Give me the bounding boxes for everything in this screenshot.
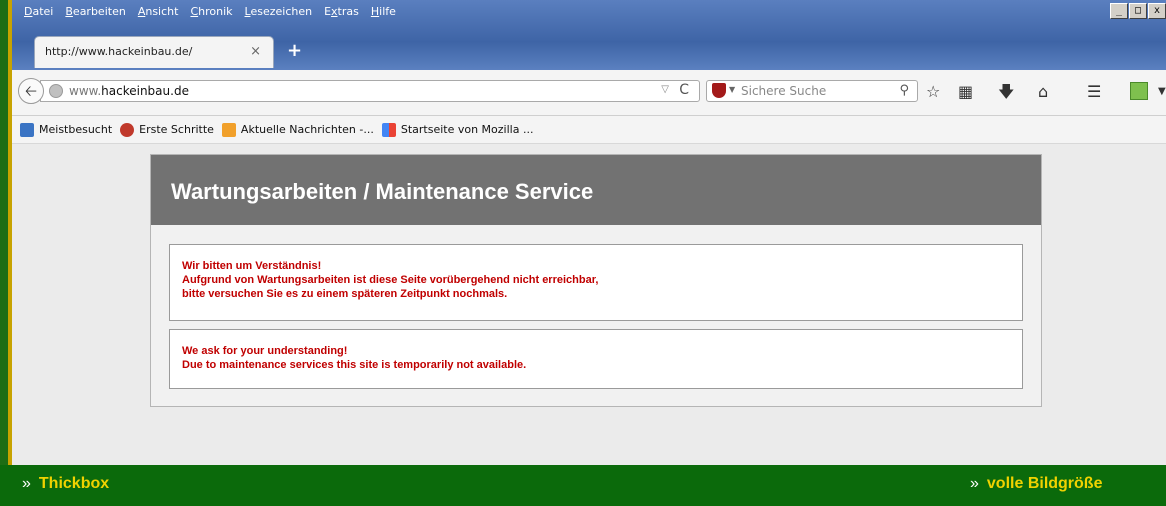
search-bookmark-icon — [20, 122, 34, 137]
thickbox-link[interactable]: » Thickbox — [22, 475, 109, 493]
rss-icon — [221, 122, 236, 137]
page-title: Wartungsarbeiten / Maintenance Service — [171, 179, 594, 204]
german-line-1: Wir bitten um Verständnis! — [182, 260, 322, 272]
search-icon[interactable]: ⚲ — [899, 83, 909, 98]
navigation-toolbar: www.hackeinbau.de ▽ C 🡠 ▼ Sichere Suche … — [12, 70, 1166, 116]
star-icon[interactable]: ☆ — [926, 84, 940, 100]
maximize-button[interactable]: □ — [1129, 3, 1147, 19]
chevron-down-icon[interactable]: ▼ — [1158, 84, 1166, 100]
menu-icon[interactable]: ☰ — [1087, 84, 1101, 100]
globe-icon — [49, 84, 63, 98]
english-line-1: We ask for your understanding! — [182, 345, 348, 357]
menu-item-chronik[interactable]: Chronik — [190, 5, 232, 18]
menu-bar: Datei Bearbeiten Ansicht Chronik Lesezei… — [12, 0, 396, 22]
panel-header: Wartungsarbeiten / Maintenance Service — [151, 155, 1041, 225]
new-tab-button[interactable]: + — [287, 40, 302, 61]
browser-window: Datei Bearbeiten Ansicht Chronik Lesezei… — [12, 0, 1166, 465]
url-history-dropdown-icon[interactable]: ▽ — [661, 84, 669, 95]
search-input[interactable]: Sichere Suche — [741, 84, 826, 98]
reading-list-icon[interactable]: ▦ — [958, 84, 973, 100]
close-window-button[interactable]: x — [1148, 3, 1166, 19]
mcafee-shield-icon[interactable] — [712, 83, 726, 98]
menu-item-datei[interactable]: Datei — [24, 5, 53, 18]
tab-title: http://www.hackeinbau.de/ — [45, 45, 193, 58]
bookmarks-toolbar: Meistbesucht Erste Schritte Aktuelle Nac… — [12, 116, 1166, 144]
url-bar[interactable]: www.hackeinbau.de ▽ C — [40, 80, 700, 102]
bookmark-startseite-mozilla[interactable]: Startseite von Mozilla ... — [381, 122, 533, 137]
window-controls: _ □ x — [1109, 3, 1166, 19]
menu-item-ansicht[interactable]: Ansicht — [138, 5, 179, 18]
mozilla-icon — [381, 122, 396, 137]
english-line-2: Due to maintenance services this site is… — [182, 359, 527, 371]
tab-close-icon[interactable]: × — [250, 44, 261, 59]
minimize-button[interactable]: _ — [1110, 3, 1128, 19]
search-bar[interactable]: ▼ Sichere Suche ⚲ — [706, 80, 918, 102]
search-engine-dropdown-icon[interactable]: ▼ — [729, 85, 735, 94]
reload-icon[interactable]: C — [679, 82, 689, 98]
maintenance-panel: Wartungsarbeiten / Maintenance Service W… — [150, 154, 1042, 407]
tab-active[interactable]: http://www.hackeinbau.de/ × — [34, 36, 274, 68]
page-content: Wartungsarbeiten / Maintenance Service W… — [12, 144, 1166, 465]
home-icon[interactable]: ⌂ — [1038, 84, 1048, 100]
url-text: www.hackeinbau.de — [69, 84, 189, 98]
download-icon[interactable]: 🡇 — [998, 84, 1014, 100]
back-arrow-icon: 🡠 — [24, 82, 38, 100]
english-message-box: We ask for your understanding! Due to ma… — [169, 329, 1023, 389]
menu-item-hilfe[interactable]: Hilfe — [371, 5, 396, 18]
german-line-2: Aufgrund von Wartungsarbeiten ist diese … — [182, 274, 599, 286]
menu-item-lesezeichen[interactable]: Lesezeichen — [245, 5, 313, 18]
footer-bar: » Thickbox » volle Bildgröße — [0, 465, 1166, 506]
german-line-3: bitte versuchen Sie es zu einem späteren… — [182, 288, 508, 300]
menu-item-extras[interactable]: Extras — [324, 5, 359, 18]
german-message-box: Wir bitten um Verständnis! Aufgrund von … — [169, 244, 1023, 321]
back-button[interactable]: 🡠 — [18, 78, 44, 104]
title-bar: Datei Bearbeiten Ansicht Chronik Lesezei… — [12, 0, 1166, 70]
firefox-icon — [120, 122, 135, 137]
full-size-link[interactable]: » volle Bildgröße — [970, 475, 1102, 493]
bookmark-aktuelle-nachrichten[interactable]: Aktuelle Nachrichten -... — [221, 122, 374, 137]
menu-item-bearbeiten[interactable]: Bearbeiten — [65, 5, 125, 18]
addon-icon[interactable] — [1130, 82, 1148, 100]
bookmark-erste-schritte[interactable]: Erste Schritte — [120, 122, 214, 137]
bookmark-meistbesucht[interactable]: Meistbesucht — [20, 122, 112, 137]
left-border — [0, 0, 12, 465]
